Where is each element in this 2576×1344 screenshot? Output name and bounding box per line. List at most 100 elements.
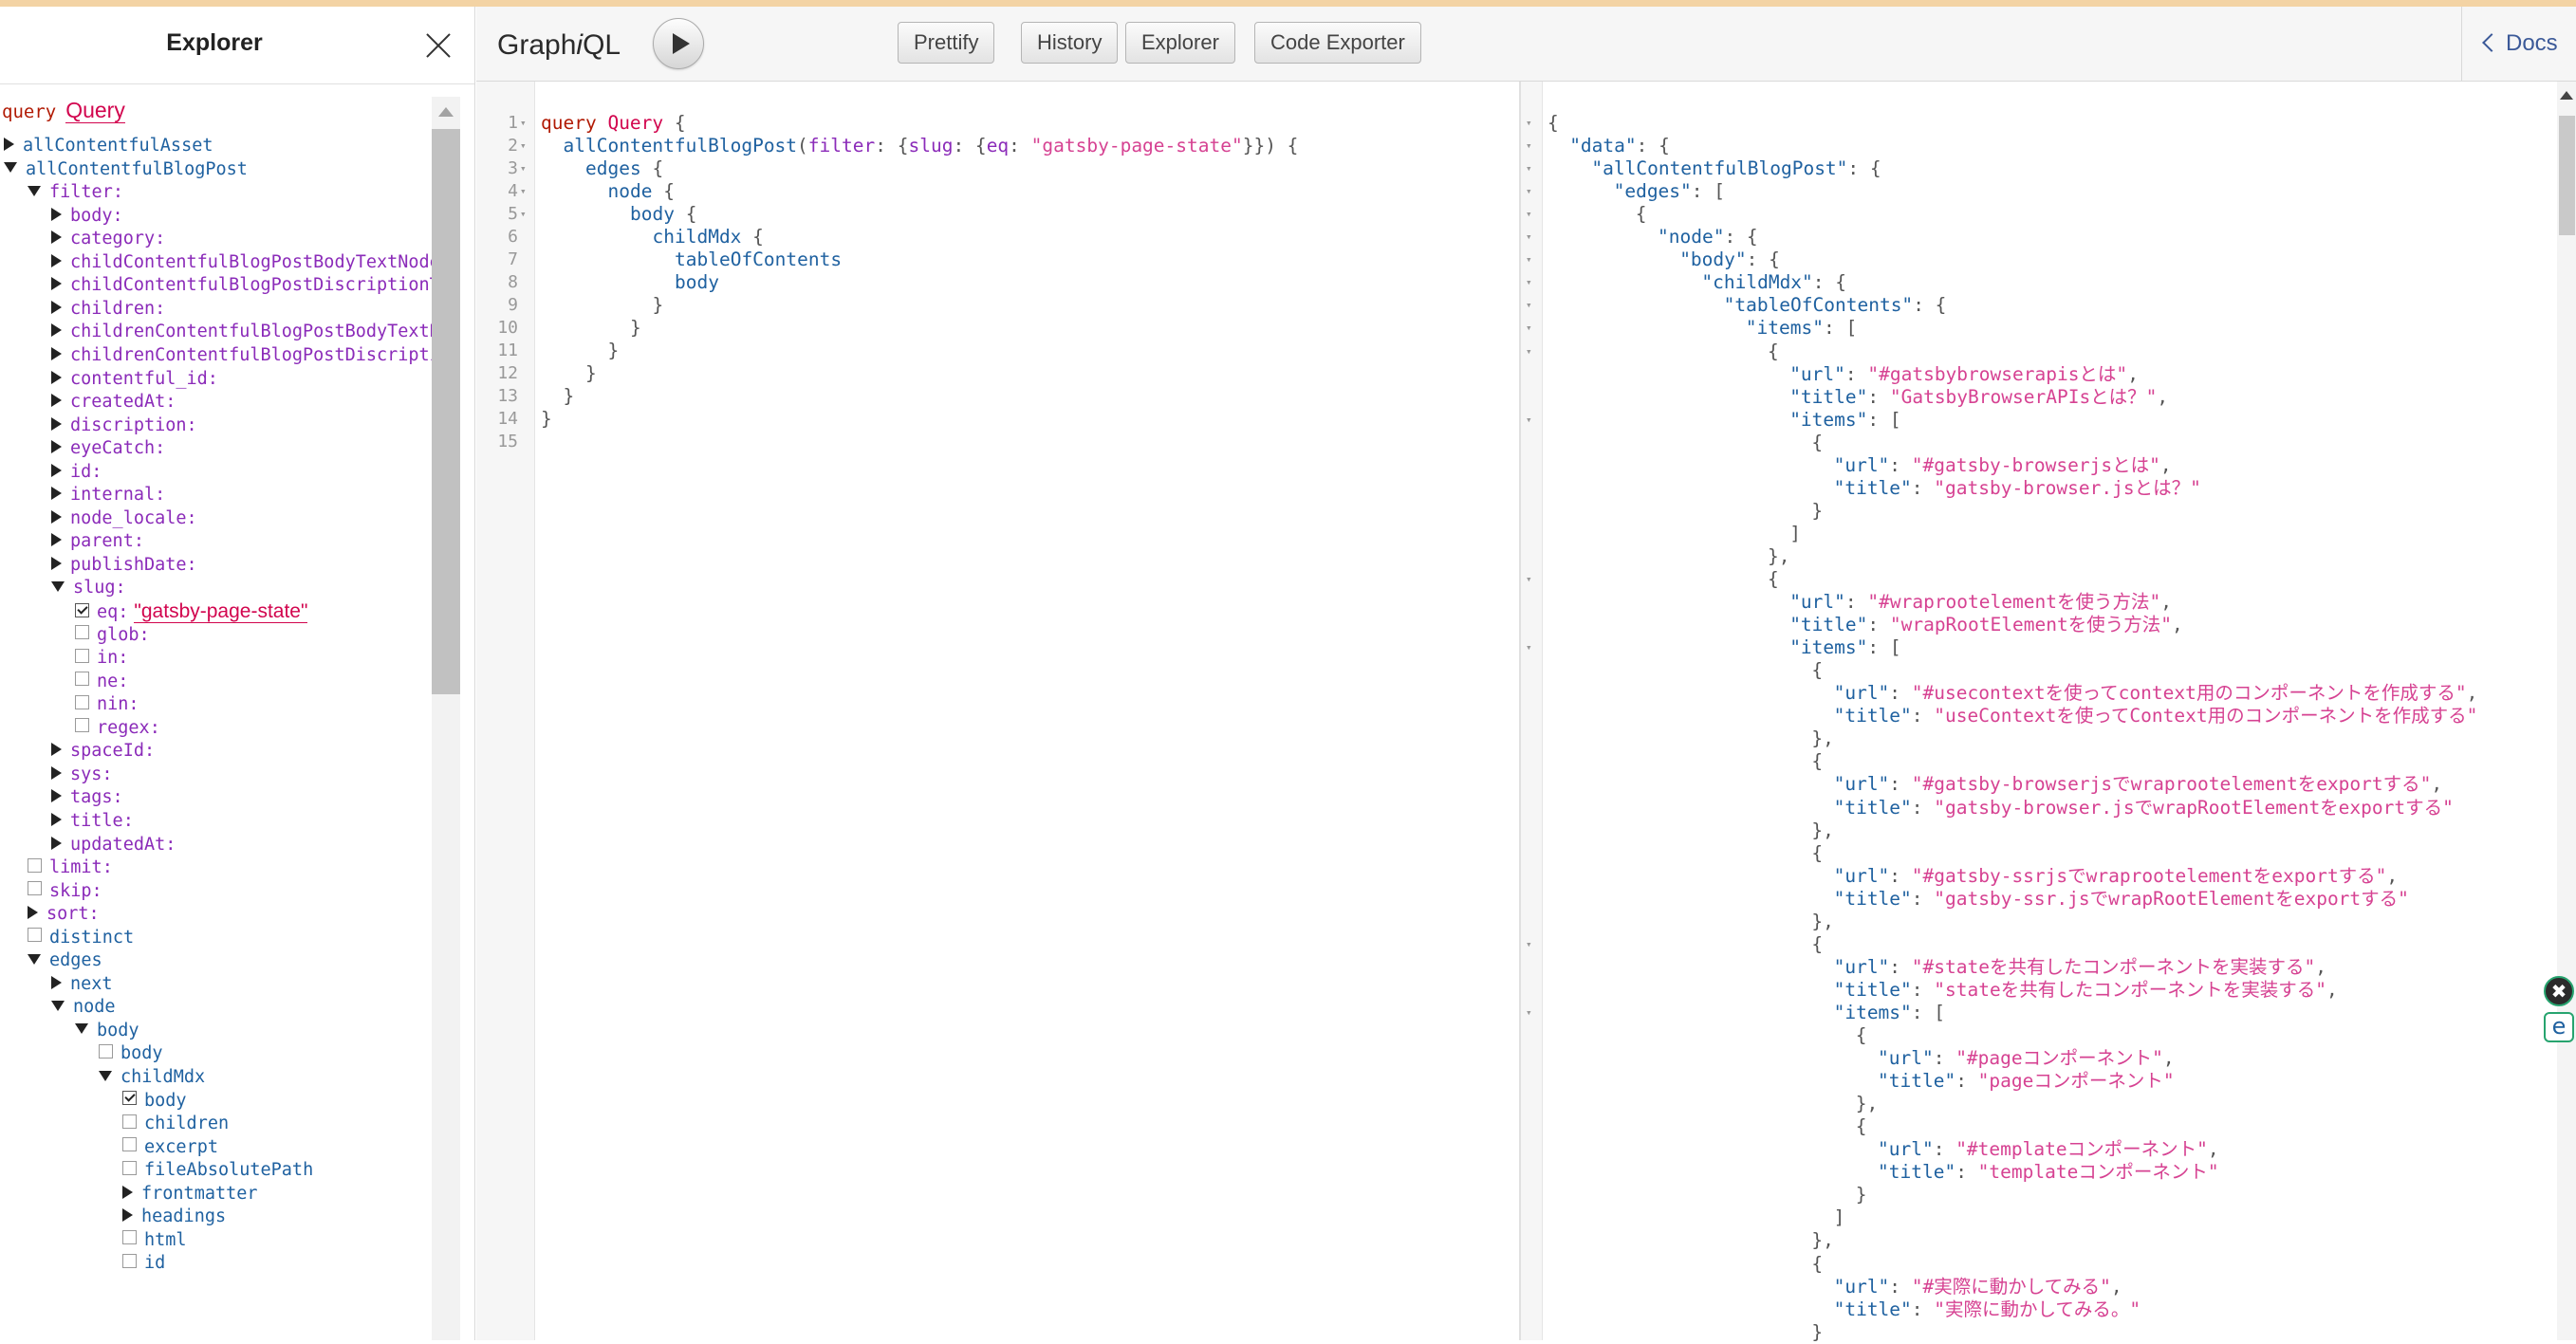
- triangle-right-icon[interactable]: [51, 207, 62, 221]
- triangle-right-icon[interactable]: [4, 138, 14, 151]
- checkbox-icon[interactable]: [122, 1114, 137, 1129]
- explorer-tree-item[interactable]: body: [122, 1089, 187, 1114]
- explorer-tree-item[interactable]: sort:: [28, 902, 100, 927]
- fold-toggle-icon[interactable]: ▾: [520, 180, 527, 203]
- explorer-tree-item[interactable]: children:: [51, 297, 165, 322]
- explorer-tree-item[interactable]: body: [99, 1041, 163, 1066]
- explorer-tree-item[interactable]: title:: [51, 809, 134, 834]
- triangle-right-icon[interactable]: [51, 487, 62, 501]
- explorer-tree-item[interactable]: excerpt: [122, 1135, 218, 1160]
- checkbox-icon[interactable]: [75, 694, 89, 709]
- fold-toggle-icon[interactable]: ▾: [1526, 636, 1532, 659]
- explorer-tree-item[interactable]: id:: [51, 460, 102, 485]
- query-editor[interactable]: 1 ▾ 2 ▾ 3 ▾ 4 ▾ 5 ▾ 6 7 8 9 10 11 12 13 14 15 query Query {…: [476, 82, 1520, 1340]
- checkbox-icon[interactable]: [122, 1230, 137, 1245]
- triangle-right-icon[interactable]: [51, 533, 62, 547]
- explorer-tree-item[interactable]: fileAbsolutePath: [122, 1158, 313, 1183]
- docs-button[interactable]: Docs: [2461, 7, 2576, 81]
- query-code-line[interactable]: childMdx {: [653, 226, 764, 249]
- close-icon[interactable]: [424, 31, 453, 60]
- triangle-right-icon[interactable]: [51, 416, 62, 431]
- explorer-tree-item[interactable]: contentful_id:: [51, 367, 218, 392]
- triangle-down-icon[interactable]: [28, 953, 41, 965]
- explorer-tree-item[interactable]: discription:: [51, 414, 197, 438]
- explorer-tree-item[interactable]: eq: "gatsby-page-state": [75, 599, 308, 624]
- explorer-button[interactable]: Explorer: [1125, 22, 1235, 64]
- triangle-right-icon[interactable]: [51, 556, 62, 570]
- explorer-tree-item[interactable]: category:: [51, 227, 165, 251]
- checkbox-checked-icon[interactable]: [75, 602, 89, 617]
- triangle-right-icon[interactable]: [51, 463, 62, 477]
- explorer-tree-item[interactable]: regex:: [75, 716, 160, 741]
- explorer-tree-item[interactable]: parent:: [51, 529, 144, 554]
- checkbox-icon[interactable]: [75, 648, 89, 663]
- checkbox-icon[interactable]: [122, 1160, 137, 1175]
- query-code-line[interactable]: }: [630, 317, 641, 340]
- triangle-down-icon[interactable]: [51, 1000, 65, 1011]
- query-code-line[interactable]: body: [675, 271, 719, 294]
- explorer-tree-item[interactable]: internal:: [51, 483, 165, 507]
- explorer-tree-item[interactable]: body: [75, 1019, 139, 1043]
- triangle-right-icon[interactable]: [51, 765, 62, 780]
- explorer-tree-item[interactable]: node: [51, 995, 116, 1020]
- scroll-up-arrow-icon[interactable]: [2560, 91, 2573, 100]
- query-code-line[interactable]: }: [585, 362, 597, 385]
- checkbox-icon[interactable]: [28, 928, 42, 943]
- checkbox-icon[interactable]: [122, 1137, 137, 1152]
- query-code-line[interactable]: query Query {: [541, 112, 686, 135]
- triangle-right-icon[interactable]: [51, 394, 62, 408]
- explorer-tree-item[interactable]: in:: [75, 646, 128, 671]
- explorer-tree-item[interactable]: childrenContentfulBlogPostDiscriptio: [51, 343, 432, 368]
- fold-toggle-icon[interactable]: ▾: [1526, 568, 1532, 591]
- query-code-line[interactable]: edges {: [585, 157, 663, 180]
- triangle-right-icon[interactable]: [51, 277, 62, 291]
- explorer-tree-item[interactable]: distinct: [28, 926, 134, 950]
- triangle-right-icon[interactable]: [51, 300, 62, 314]
- fold-toggle-icon[interactable]: ▾: [520, 112, 527, 135]
- explorer-tree-item[interactable]: childContentfulBlogPostBodyTextNode:: [51, 250, 432, 275]
- explorer-tree-item[interactable]: id: [122, 1251, 165, 1276]
- fold-toggle-icon[interactable]: ▾: [520, 135, 527, 157]
- triangle-right-icon[interactable]: [51, 230, 62, 245]
- fold-toggle-icon[interactable]: ▾: [520, 157, 527, 180]
- triangle-right-icon[interactable]: [51, 370, 62, 384]
- explorer-tree-item[interactable]: headings: [122, 1205, 226, 1229]
- explorer-tree-item[interactable]: childContentfulBlogPostDiscriptionTe: [51, 273, 432, 298]
- result-scrollbar-thumb[interactable]: [2559, 116, 2575, 235]
- checkbox-icon[interactable]: [28, 857, 42, 873]
- explorer-tree-item[interactable]: limit:: [28, 856, 113, 880]
- explorer-tree-item[interactable]: allContentfulAsset: [4, 134, 213, 158]
- triangle-down-icon[interactable]: [51, 580, 65, 592]
- extension-close-icon[interactable]: ✖: [2544, 976, 2574, 1006]
- fold-toggle-icon[interactable]: ▾: [1526, 135, 1532, 157]
- explorer-tree-item[interactable]: eyeCatch:: [51, 436, 165, 461]
- checkbox-icon[interactable]: [75, 718, 89, 733]
- checkbox-checked-icon[interactable]: [122, 1091, 137, 1106]
- execute-query-button[interactable]: [653, 18, 704, 69]
- fold-toggle-icon[interactable]: ▾: [1526, 249, 1532, 271]
- explorer-tree-item[interactable]: childrenContentfulBlogPostBodyTextNo: [51, 320, 432, 344]
- triangle-right-icon[interactable]: [51, 346, 62, 360]
- explorer-tree-item[interactable]: skip:: [28, 879, 102, 904]
- result-scrollbar[interactable]: [2557, 82, 2576, 1340]
- fold-toggle-icon[interactable]: ▾: [1526, 271, 1532, 294]
- fold-toggle-icon[interactable]: ▾: [1526, 317, 1532, 340]
- fold-toggle-icon[interactable]: ▾: [520, 203, 527, 226]
- checkbox-icon[interactable]: [99, 1043, 113, 1059]
- explorer-tree-item[interactable]: tags:: [51, 785, 123, 810]
- explorer-tree-item[interactable]: frontmatter: [122, 1182, 258, 1206]
- triangle-right-icon[interactable]: [51, 253, 62, 267]
- explorer-tree-item[interactable]: glob:: [75, 623, 150, 648]
- explorer-tree-item[interactable]: nin:: [75, 692, 139, 717]
- result-viewer[interactable]: ▾ ▾ ▾ ▾ ▾ ▾ ▾ ▾ ▾ ▾ ▾ ▾ ▾ ▾ ▾ ▾ {"data": {"allContentfu…: [1520, 82, 2576, 1343]
- query-code-line[interactable]: body {: [630, 203, 696, 226]
- triangle-right-icon[interactable]: [51, 509, 62, 524]
- explorer-tree-item[interactable]: sys:: [51, 763, 113, 787]
- triangle-down-icon[interactable]: [75, 1023, 88, 1035]
- explorer-tree-item[interactable]: html: [122, 1228, 187, 1253]
- explorer-tree-item[interactable]: children: [122, 1112, 229, 1136]
- checkbox-icon[interactable]: [75, 672, 89, 687]
- explorer-tree-item[interactable]: slug:: [51, 576, 126, 600]
- checkbox-icon[interactable]: [122, 1253, 137, 1268]
- explorer-tree-item[interactable]: node_locale:: [51, 506, 197, 531]
